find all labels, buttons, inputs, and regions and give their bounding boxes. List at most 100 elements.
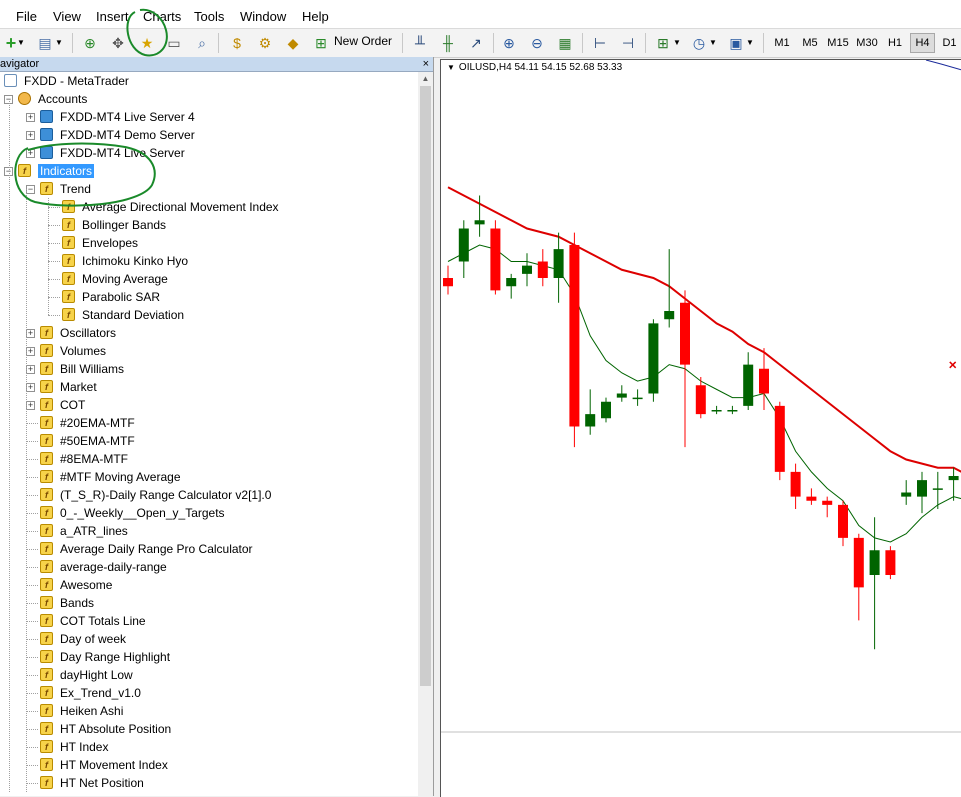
tree-item[interactable]: f Day of week <box>40 630 126 648</box>
tree-item[interactable]: FXDD-MT4 Live Server <box>40 144 185 162</box>
expert-advisors-icon[interactable]: ◆ <box>282 32 304 53</box>
chevron-down-icon[interactable]: ▼ <box>708 32 718 53</box>
tree-item[interactable]: f a_ATR_lines <box>40 522 128 540</box>
tree-item[interactable]: f #50EMA-MTF <box>40 432 135 450</box>
zoom-out-icon[interactable]: ⊖ <box>526 32 548 53</box>
tree-item[interactable]: f (T_S_R)-Daily Range Calculator v2[1].0 <box>40 486 271 504</box>
menu-help[interactable]: Help <box>300 9 331 24</box>
expand-icon[interactable]: + <box>26 383 35 392</box>
chevron-down-icon[interactable]: ▼ <box>16 32 26 53</box>
expand-icon[interactable]: + <box>26 329 35 338</box>
metaeditor-icon[interactable]: $ <box>226 32 248 53</box>
timeframe-h1[interactable]: H1 <box>883 33 907 53</box>
expand-icon[interactable]: + <box>26 347 35 356</box>
tree-item[interactable]: f Bill Williams <box>40 360 124 378</box>
tree-item[interactable]: f Indicators <box>18 162 95 180</box>
tree-item[interactable]: f HT Index <box>40 738 108 756</box>
collapse-icon[interactable]: − <box>26 185 35 194</box>
menu-charts[interactable]: Charts <box>141 9 183 24</box>
chart-shift-icon[interactable]: ⊢ <box>589 32 611 53</box>
tree-item[interactable]: f Standard Deviation <box>62 306 184 324</box>
tree-item[interactable]: f Ex_Trend_v1.0 <box>40 684 141 702</box>
expand-icon[interactable]: + <box>26 365 35 374</box>
periods-icon[interactable]: ◷ <box>688 32 710 53</box>
expand-icon[interactable]: + <box>26 113 35 122</box>
tree-item[interactable]: f Bollinger Bands <box>62 216 166 234</box>
expand-icon[interactable]: + <box>26 401 35 410</box>
bar-chart-icon[interactable]: ╨ <box>409 32 431 53</box>
tree-item[interactable]: f Average Daily Range Pro Calculator <box>40 540 253 558</box>
close-icon[interactable]: × <box>423 57 429 71</box>
zoom-in-icon[interactable]: ⊕ <box>498 32 520 53</box>
scrollbar-thumb[interactable] <box>420 86 431 686</box>
tree-item[interactable]: f Oscillators <box>40 324 116 342</box>
tree-item[interactable]: f 0_-_Weekly__Open_y_Targets <box>40 504 225 522</box>
tree-item[interactable]: f Market <box>40 378 97 396</box>
chevron-down-icon[interactable]: ▼ <box>54 32 64 53</box>
tree-item[interactable]: f Heiken Ashi <box>40 702 123 720</box>
candlestick-chart-icon[interactable]: ╫ <box>437 32 459 53</box>
tree-item[interactable]: f #20EMA-MTF <box>40 414 135 432</box>
indicators-list-icon[interactable]: ⊞ <box>652 32 674 53</box>
tree-item[interactable]: f average-daily-range <box>40 558 167 576</box>
timeframe-m1[interactable]: M1 <box>770 33 794 53</box>
line-chart-icon[interactable]: ↗ <box>465 32 487 53</box>
chart-window[interactable]: × ▼ OILUSD,H4 54.11 54.15 52.68 53.33 <box>440 59 961 797</box>
indicator-icon: f <box>62 254 75 268</box>
menu-file[interactable]: File <box>14 9 39 24</box>
expand-icon[interactable]: + <box>26 131 35 140</box>
tile-windows-icon[interactable]: ▦ <box>554 32 576 53</box>
options-icon[interactable]: ⚙ <box>254 32 276 53</box>
menu-insert[interactable]: Insert <box>94 9 131 24</box>
tree-item[interactable]: f Awesome <box>40 576 112 594</box>
tree-connector <box>48 207 60 208</box>
data-window-icon[interactable]: ✥ <box>107 32 129 53</box>
tree-item[interactable]: FXDD-MT4 Demo Server <box>40 126 195 144</box>
terminal-icon[interactable]: ▭ <box>163 32 185 53</box>
tree-item[interactable]: f HT Absolute Position <box>40 720 171 738</box>
price-chart[interactable]: × <box>441 60 961 797</box>
new-order-button[interactable]: New Order <box>334 34 392 48</box>
strategy-tester-icon[interactable]: ⌕ <box>191 32 213 53</box>
tree-item[interactable]: f Average Directional Movement Index <box>62 198 279 216</box>
navigator-scrollbar[interactable]: ▲ <box>418 72 433 796</box>
tree-item[interactable]: f Envelopes <box>62 234 138 252</box>
tree-item[interactable]: f Volumes <box>40 342 106 360</box>
new-order-icon[interactable]: ⊞ <box>310 32 332 53</box>
scroll-up-icon[interactable]: ▲ <box>418 72 433 86</box>
templates-icon[interactable]: ▣ <box>725 32 747 53</box>
tree-item[interactable]: f Trend <box>40 180 91 198</box>
menu-window[interactable]: Window <box>238 9 288 24</box>
chevron-down-icon[interactable]: ▼ <box>672 32 682 53</box>
navigator-icon[interactable]: ★ <box>136 32 158 53</box>
tree-item[interactable]: Accounts <box>18 90 87 108</box>
tree-item[interactable]: f Day Range Highlight <box>40 648 170 666</box>
menu-tools[interactable]: Tools <box>192 9 226 24</box>
tree-item[interactable]: f #MTF Moving Average <box>40 468 181 486</box>
auto-scroll-icon[interactable]: ⊣ <box>617 32 639 53</box>
expand-icon[interactable]: + <box>26 149 35 158</box>
tree-item[interactable]: f Bands <box>40 594 94 612</box>
chevron-down-icon[interactable]: ▼ <box>447 63 455 72</box>
timeframe-h4[interactable]: H4 <box>910 33 935 53</box>
tree-item[interactable]: f Moving Average <box>62 270 168 288</box>
tree-item[interactable]: f HT Net Position <box>40 774 144 792</box>
tree-item[interactable]: FXDD - MetaTrader <box>4 72 129 90</box>
profiles-icon[interactable]: ▤ <box>34 32 56 53</box>
tree-item[interactable]: f COT Totals Line <box>40 612 146 630</box>
timeframe-d1[interactable]: D1 <box>938 33 961 53</box>
market-watch-icon[interactable]: ⊕ <box>79 32 101 53</box>
chevron-down-icon[interactable]: ▼ <box>745 32 755 53</box>
tree-item[interactable]: f Ichimoku Kinko Hyo <box>62 252 188 270</box>
tree-item[interactable]: f Parabolic SAR <box>62 288 160 306</box>
tree-item[interactable]: f #8EMA-MTF <box>40 450 128 468</box>
tree-item[interactable]: f dayHight Low <box>40 666 133 684</box>
timeframe-m15[interactable]: M15 <box>825 33 851 53</box>
timeframe-m5[interactable]: M5 <box>798 33 822 53</box>
tree-item[interactable]: f COT <box>40 396 85 414</box>
tree-item[interactable]: FXDD-MT4 Live Server 4 <box>40 108 195 126</box>
toolbar-separator <box>582 33 583 53</box>
timeframe-m30[interactable]: M30 <box>854 33 880 53</box>
tree-item[interactable]: f HT Movement Index <box>40 756 168 774</box>
menu-view[interactable]: View <box>51 9 83 24</box>
